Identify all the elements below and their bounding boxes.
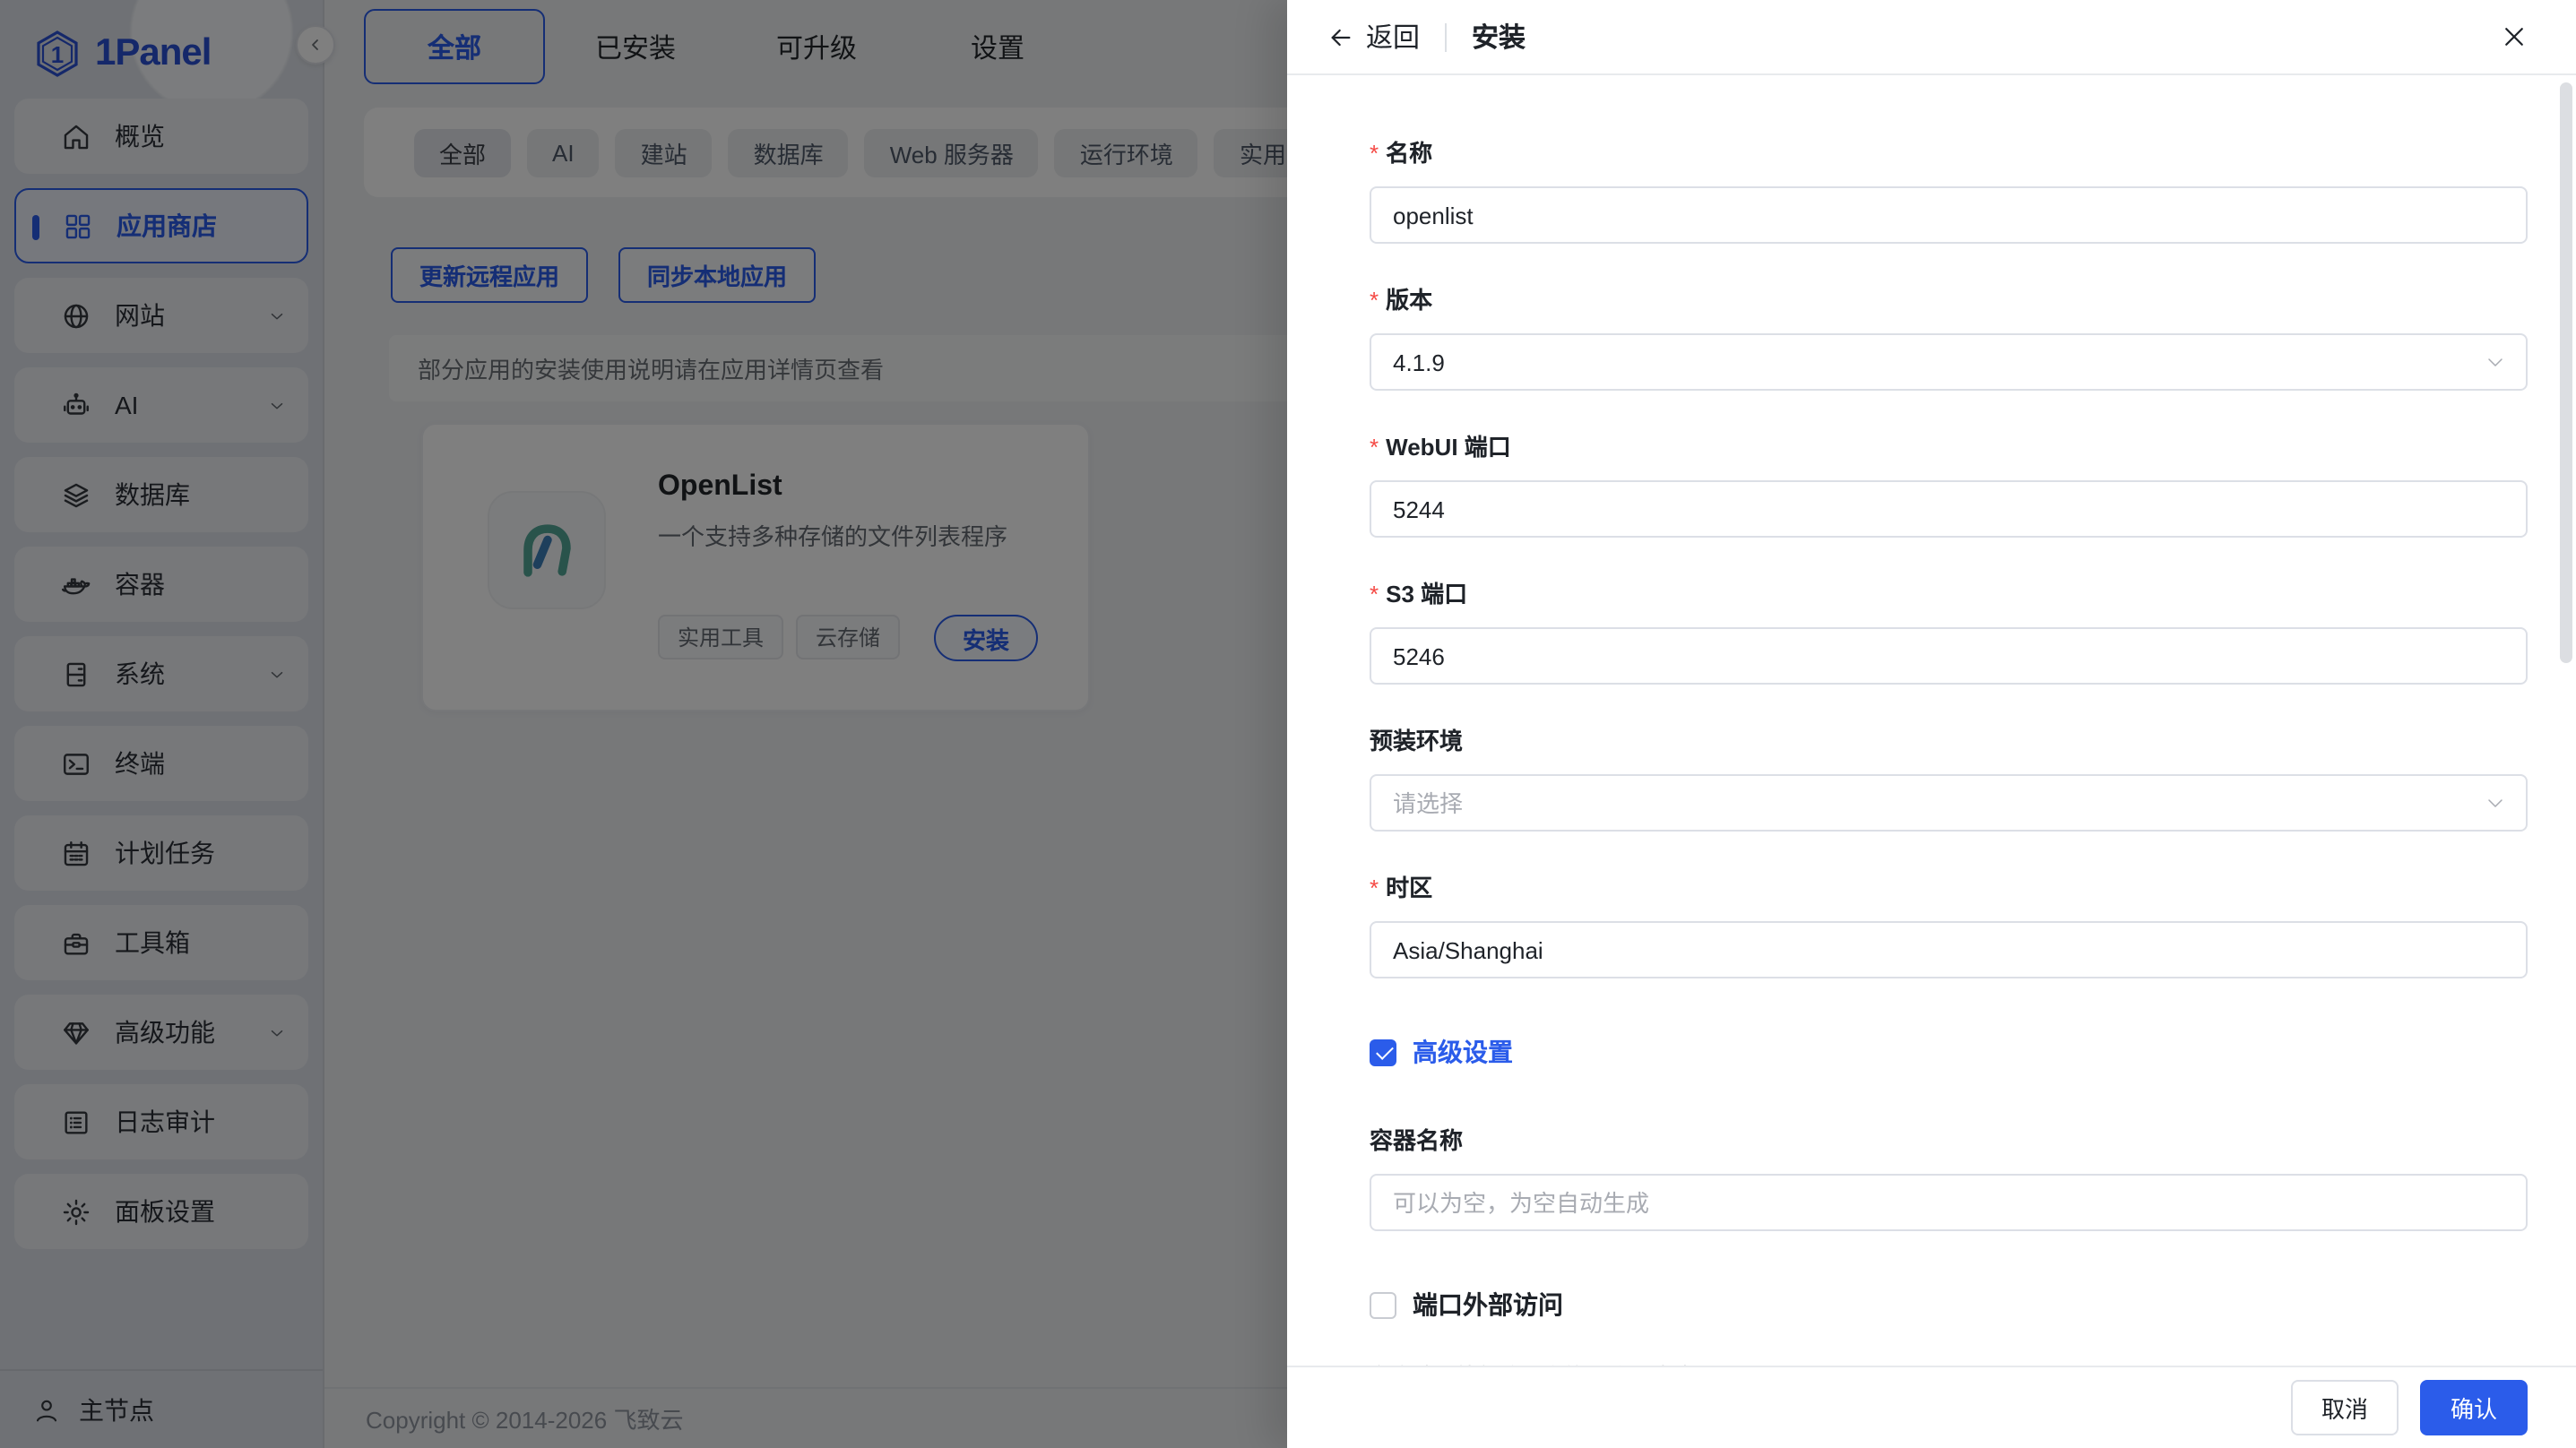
preinstall-env-select[interactable] <box>1370 774 2528 832</box>
close-icon <box>2505 28 2523 46</box>
cancel-button[interactable]: 取消 <box>2290 1380 2399 1435</box>
drawer-title: 安装 <box>1472 23 1526 54</box>
close-button[interactable] <box>2501 23 2528 50</box>
back-button[interactable]: 返回 <box>1366 18 1420 56</box>
required-asterisk: * <box>1370 434 1379 461</box>
advanced-settings-checkbox[interactable]: 高级设置 <box>1370 1034 2528 1070</box>
field-label-version: * 版本 <box>1370 287 1433 314</box>
required-asterisk: * <box>1370 140 1379 167</box>
checkbox-checked-icon[interactable] <box>1370 1039 1396 1065</box>
required-asterisk: * <box>1370 581 1379 608</box>
install-drawer: 返回 安装 *名称 *版本 *WebUI 端口 <box>1287 0 2576 1448</box>
drawer-header: 返回 安装 <box>1287 0 2576 75</box>
advanced-settings-label: 高级设置 <box>1413 1038 1513 1066</box>
webui-port-input[interactable] <box>1370 480 2528 538</box>
name-input[interactable] <box>1370 186 2528 244</box>
port-external-label: 端口外部访问 <box>1413 1290 1563 1319</box>
required-asterisk: * <box>1370 287 1379 314</box>
field-label-webui-port: * WebUI 端口 <box>1370 434 1511 461</box>
checkbox-unchecked-icon[interactable] <box>1370 1291 1396 1318</box>
confirm-button[interactable]: 确认 <box>2419 1380 2528 1435</box>
required-asterisk: * <box>1370 875 1379 901</box>
drawer-body: *名称 *版本 *WebUI 端口 *S3 端口 预装环境 <box>1287 75 2576 1366</box>
page: 1 1Panel 概览 应用商店 网站 AI <box>0 0 2576 1448</box>
drawer-scrollbar[interactable] <box>2560 82 2572 663</box>
header-divider <box>1445 22 1448 51</box>
port-external-checkbox[interactable]: 端口外部访问 <box>1370 1287 2528 1323</box>
modal-overlay[interactable] <box>0 0 1287 1448</box>
field-label-s3-port: * S3 端口 <box>1370 581 1468 608</box>
timezone-input[interactable] <box>1370 921 2528 978</box>
version-select[interactable] <box>1370 333 2528 391</box>
field-label-timezone: * 时区 <box>1370 875 1433 901</box>
arrow-left-icon[interactable] <box>1327 22 1355 51</box>
container-name-input[interactable] <box>1370 1174 2528 1231</box>
s3-port-input[interactable] <box>1370 627 2528 685</box>
field-label-preinstall-env: 预装环境 <box>1370 728 1464 754</box>
drawer-footer: 取消 确认 <box>1287 1366 2576 1448</box>
field-label-container-name: 容器名称 <box>1370 1127 1464 1154</box>
field-label-name: * 名称 <box>1370 140 1433 167</box>
